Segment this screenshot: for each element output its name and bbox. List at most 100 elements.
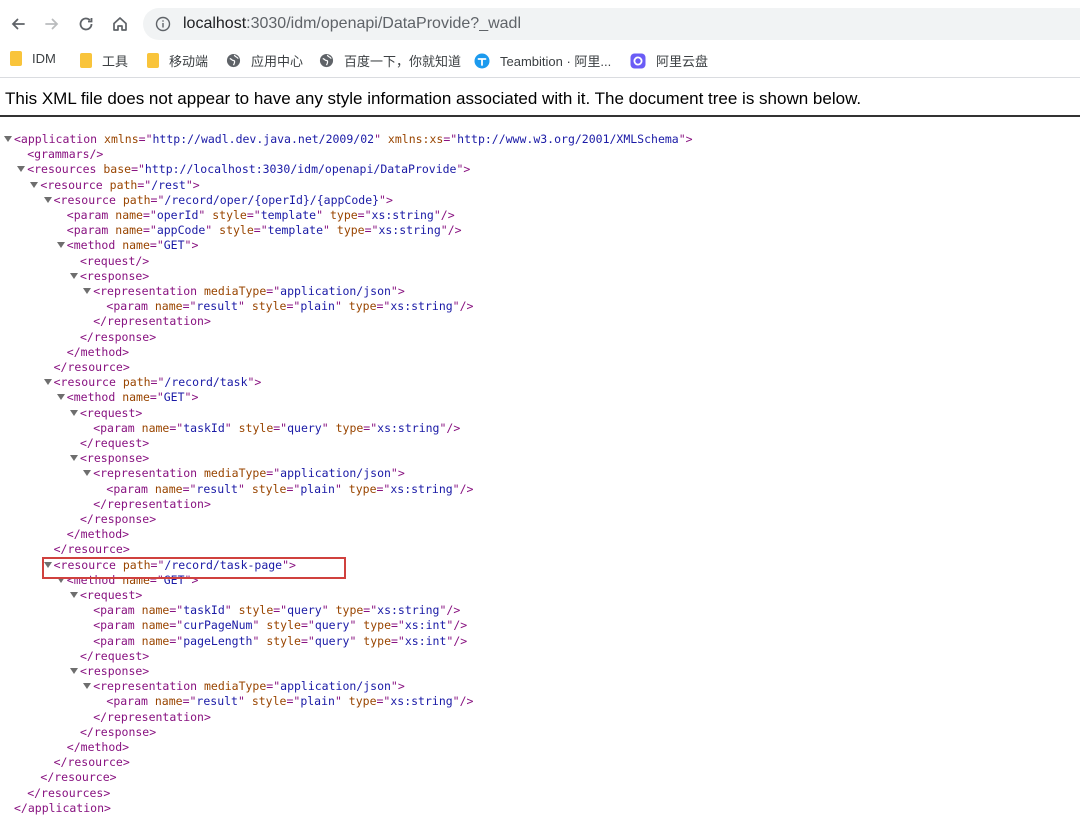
browser-toolbar: localhost:3030/idm/openapi/DataProvide?_… — [0, 0, 1080, 46]
xml-tag: =" — [149, 238, 164, 253]
xml-tag: <param — [106, 299, 155, 314]
xml-attr-value: result — [196, 299, 238, 314]
address-bar[interactable]: localhost:3030/idm/openapi/DataProvide?_… — [143, 8, 1080, 40]
collapse-triangle-icon[interactable] — [43, 378, 52, 386]
xml-tag: <method — [66, 238, 123, 253]
collapse-triangle-icon[interactable] — [70, 454, 78, 462]
xml-tag: </resource> — [53, 542, 130, 557]
xml-tag: =" — [182, 481, 197, 496]
xml-attr-value: /rest — [151, 177, 186, 192]
bookmark-teambition[interactable]: Teambition · 阿里... — [474, 51, 611, 70]
xml-tag: =" — [182, 299, 197, 314]
bookmark-baidu[interactable]: 百度一下，你就知道 — [319, 51, 461, 70]
xml-tag: "> — [379, 192, 393, 207]
home-button[interactable] — [106, 10, 134, 38]
collapse-triangle-icon[interactable] — [83, 287, 92, 295]
xml-attr-name: style — [251, 694, 287, 709]
xml-tag: =" — [142, 223, 157, 238]
xml-line: <param name="result" style="plain" type=… — [106, 694, 473, 709]
xml-line: <grammars/> — [27, 147, 103, 162]
xml-tag: " — [237, 694, 252, 709]
xml-attr-value: operId — [156, 208, 199, 222]
xml-tag: =" — [182, 694, 197, 709]
xml-attr-name: type — [363, 633, 391, 648]
xml-attr-name: path — [122, 375, 151, 390]
bookmarks-bar: IDM 工具 移动端 应用中心 百度一下，你就知道 Teambition · 阿… — [0, 46, 1080, 74]
xml-tag: =" — [266, 284, 281, 298]
xml-tag: =" — [150, 192, 165, 207]
collapse-triangle-icon[interactable] — [17, 165, 26, 173]
xml-line: </representation> — [93, 314, 211, 329]
xml-tag: =" — [391, 618, 405, 633]
xml-line: </response> — [80, 725, 156, 740]
xml-tag: <param — [93, 618, 142, 633]
xml-attr-value: pageLength — [183, 633, 253, 648]
bookmark-mobile[interactable]: 移动端 — [147, 51, 208, 70]
xml-line: <application xmlns="http://wadl.dev.java… — [4, 132, 693, 147]
xml-line: </method> — [67, 740, 129, 755]
xml-tag: =" — [169, 420, 184, 435]
xml-tag: =" — [376, 694, 391, 709]
xml-tag: " — [334, 299, 349, 314]
xml-attr-value: appCode — [156, 223, 206, 238]
xml-tag: <response> — [80, 268, 150, 283]
xml-attr-name: style — [212, 208, 247, 222]
xml-line: <resource path="/record/oper/{operId}/{a… — [43, 192, 393, 208]
collapse-triangle-icon[interactable] — [83, 469, 92, 477]
xml-attr-name: style — [219, 223, 254, 238]
collapse-triangle-icon[interactable] — [4, 135, 12, 143]
url-text: localhost:3030/idm/openapi/DataProvide?_… — [183, 15, 521, 33]
xml-attr-name: xmlns:xs — [387, 132, 444, 146]
bookmark-idm[interactable]: IDM — [10, 51, 56, 66]
collapse-triangle-icon[interactable] — [43, 196, 52, 204]
xml-tag: " — [237, 481, 252, 496]
collapse-triangle-icon[interactable] — [70, 667, 78, 675]
xml-tag: " — [321, 603, 336, 618]
xml-line: <method name="GET"> — [56, 390, 198, 405]
reload-button[interactable] — [72, 10, 100, 38]
xml-tag: </method> — [66, 527, 130, 542]
xml-tag: =" — [286, 299, 301, 314]
forward-button[interactable] — [38, 10, 66, 38]
collapse-triangle-icon[interactable] — [56, 241, 65, 249]
bookmark-tools[interactable]: 工具 — [80, 51, 128, 70]
xml-tag: </representation> — [93, 709, 211, 724]
bookmark-app-center[interactable]: 应用中心 — [226, 51, 303, 70]
xml-attr-value: /record/oper/{operId}/{appCode} — [164, 192, 380, 207]
xml-attr-value: application/json — [280, 284, 391, 298]
xml-tag: <param — [66, 208, 116, 222]
collapse-triangle-icon[interactable] — [70, 591, 78, 599]
xml-attr-name: name — [154, 481, 183, 496]
toolbar-divider — [0, 77, 1080, 78]
globe-icon — [226, 53, 241, 68]
home-icon — [113, 17, 127, 31]
collapse-triangle-icon[interactable] — [70, 272, 78, 280]
xml-attr-value: taskId — [183, 420, 225, 435]
collapse-triangle-icon[interactable] — [56, 393, 65, 401]
collapse-triangle-icon[interactable] — [83, 682, 92, 690]
xml-line: <response> — [70, 268, 150, 284]
folder-icon — [10, 51, 22, 66]
collapse-triangle-icon[interactable] — [30, 181, 39, 189]
xml-line: <resource path="/record/task"> — [43, 375, 261, 390]
xml-attr-value: query — [314, 633, 350, 648]
xml-line: </response> — [80, 512, 156, 527]
xml-attr-value: xs:string — [378, 223, 441, 238]
xml-attr-value: plain — [300, 694, 335, 709]
xml-tag: </resource> — [53, 360, 130, 374]
xml-attr-name: type — [336, 223, 365, 238]
xml-attr-value: application/json — [280, 679, 391, 694]
xml-line: </resource> — [54, 360, 130, 375]
back-button[interactable] — [4, 10, 32, 38]
bookmark-aliyun-drive[interactable]: 阿里云盘 — [630, 51, 708, 70]
xml-attr-name: style — [266, 633, 301, 648]
bookmark-label: 百度一下，你就知道 — [344, 54, 462, 69]
xml-line: <param name="appCode" style="template" t… — [67, 223, 462, 238]
xml-attr-value: query — [287, 420, 322, 435]
xml-line: <param name="pageLength" style="query" t… — [93, 634, 467, 649]
bookmark-label: IDM — [32, 51, 56, 66]
xml-tag: " — [334, 694, 349, 709]
xml-tag: "> — [184, 238, 199, 253]
collapse-triangle-icon[interactable] — [70, 409, 78, 417]
xml-line: </resource> — [54, 755, 130, 770]
